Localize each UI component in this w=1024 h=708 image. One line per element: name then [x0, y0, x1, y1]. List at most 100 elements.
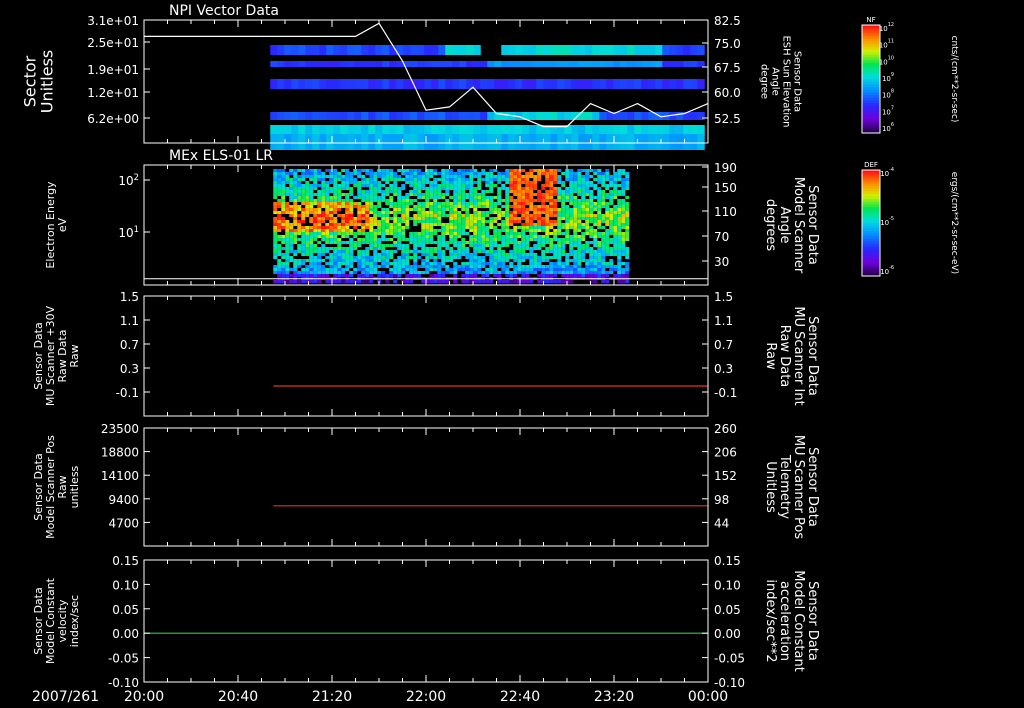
heatmap-cell [313, 271, 318, 274]
heatmap-cell [453, 196, 458, 199]
heatmap-cell [485, 244, 490, 247]
heatmap-cell [605, 244, 610, 247]
heatmap-cell [281, 238, 286, 241]
heatmap-cell [565, 178, 570, 181]
heatmap-cell [357, 220, 362, 223]
heatmap-cell [361, 190, 366, 193]
heatmap-cell [373, 184, 378, 187]
heatmap-cell [297, 274, 302, 277]
heatmap-cell [517, 196, 522, 199]
heatmap-cell [401, 220, 406, 223]
heatmap-cell [513, 265, 518, 268]
heatmap-cell [375, 61, 383, 67]
heatmap-cell [533, 205, 538, 208]
heatmap-cell [509, 172, 514, 175]
heatmap-cell [337, 262, 342, 265]
heatmap-cell [557, 169, 562, 172]
heatmap-cell [469, 223, 474, 226]
heatmap-cell [469, 190, 474, 193]
heatmap-cell [621, 184, 626, 187]
heatmap-cell [424, 125, 432, 135]
heatmap-cell [381, 172, 386, 175]
heatmap-cell [449, 247, 454, 250]
heatmap-cell [577, 250, 582, 253]
heatmap-cell [457, 190, 462, 193]
heatmap-cell [627, 61, 635, 67]
heatmap-cell [461, 232, 466, 235]
heatmap-cell [345, 235, 350, 238]
heatmap-cell [473, 280, 478, 283]
heatmap-cell [317, 256, 322, 259]
heatmap-cell [317, 211, 322, 214]
heatmap-cell [505, 271, 510, 274]
heatmap-cell [397, 169, 402, 172]
heatmap-cell [345, 217, 350, 220]
heatmap-cell [489, 256, 494, 259]
heatmap-cell [297, 196, 302, 199]
heatmap-cell [497, 181, 502, 184]
heatmap-cell [537, 244, 542, 247]
heatmap-cell [293, 196, 298, 199]
heatmap-cell [277, 268, 282, 271]
heatmap-cell [397, 247, 402, 250]
heatmap-cell [353, 220, 358, 223]
heatmap-cell [389, 112, 397, 120]
heatmap-cell [585, 232, 590, 235]
heatmap-cell [465, 220, 470, 223]
heatmap-cell [313, 250, 318, 253]
heatmap-cell [577, 178, 582, 181]
heatmap-cell [521, 193, 526, 196]
heatmap-cell [445, 271, 450, 274]
heatmap-cell [571, 61, 579, 67]
heatmap-cell [401, 184, 406, 187]
heatmap-cell [465, 187, 470, 190]
heatmap-cell [353, 256, 358, 259]
heatmap-cell [441, 256, 446, 259]
heatmap-cell [517, 220, 522, 223]
heatmap-cell [421, 208, 426, 211]
heatmap-cell [485, 229, 490, 232]
heatmap-cell [365, 172, 370, 175]
heatmap-cell [473, 208, 478, 211]
heatmap-cell [381, 250, 386, 253]
heatmap-cell [325, 238, 330, 241]
heatmap-cell [317, 262, 322, 265]
heatmap-cell [621, 280, 626, 283]
heatmap-cell [325, 241, 330, 244]
heatmap-cell [305, 238, 310, 241]
heatmap-cell [305, 211, 310, 214]
heatmap-cell [592, 79, 600, 89]
heatmap-cell [621, 202, 626, 205]
heatmap-cell [517, 184, 522, 187]
heatmap-cell [337, 202, 342, 205]
heatmap-cell [481, 232, 486, 235]
heatmap-cell [565, 169, 570, 172]
heatmap-cell [449, 256, 454, 259]
heatmap-cell [377, 220, 382, 223]
heatmap-cell [489, 181, 494, 184]
heatmap-cell [289, 250, 294, 253]
heatmap-cell [521, 181, 526, 184]
heatmap-cell [453, 184, 458, 187]
heatmap-cell [341, 250, 346, 253]
heatmap-cell [273, 175, 278, 178]
heatmap-cell [405, 193, 410, 196]
heatmap-cell [515, 79, 523, 89]
heatmap-cell [634, 112, 642, 120]
heatmap-cell [433, 241, 438, 244]
heatmap-cell [381, 199, 386, 202]
heatmap-cell [497, 280, 502, 283]
heatmap-cell [549, 199, 554, 202]
heatmap-cell [597, 199, 602, 202]
heatmap-cell [601, 280, 606, 283]
heatmap-cell [493, 244, 498, 247]
heatmap-cell [429, 262, 434, 265]
heatmap-cell [617, 247, 622, 250]
heatmap-cell [361, 268, 366, 271]
heatmap-cell [417, 241, 422, 244]
heatmap-cell [529, 169, 534, 172]
heatmap-cell [273, 169, 278, 172]
heatmap-cell [465, 208, 470, 211]
heatmap-cell [347, 61, 355, 67]
heatmap-cell [449, 271, 454, 274]
